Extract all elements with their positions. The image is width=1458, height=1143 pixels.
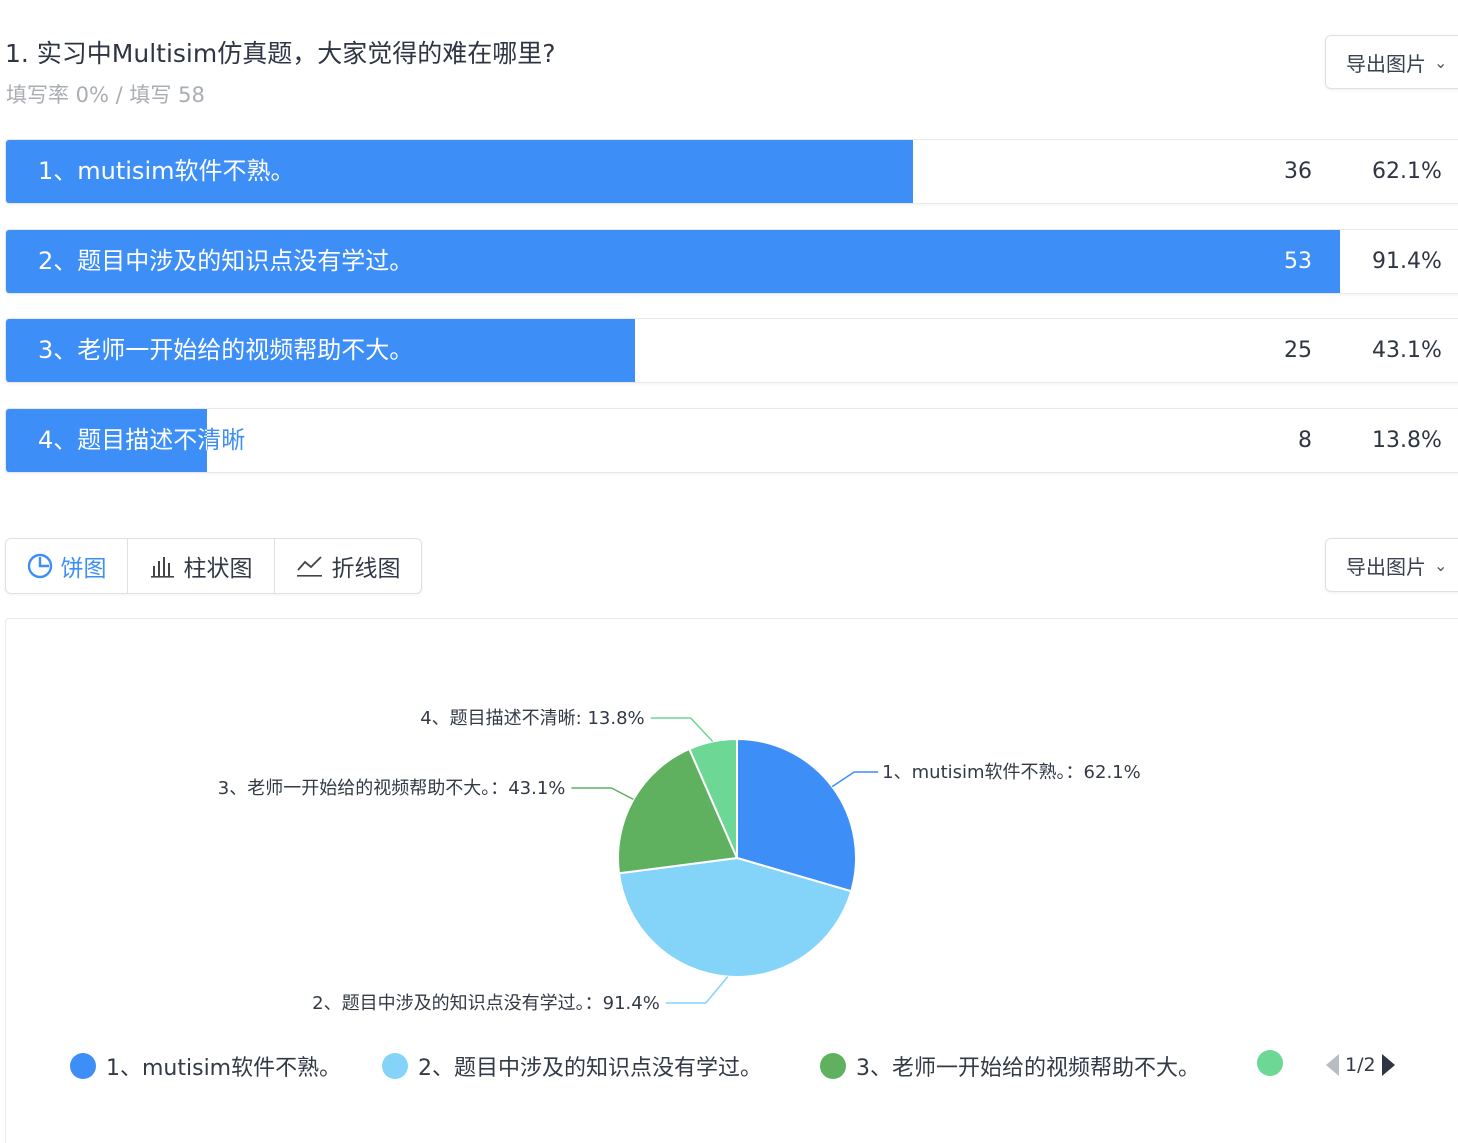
pie-label-line [571, 787, 634, 801]
legend-next-arrow-icon[interactable] [1381, 1054, 1395, 1076]
pie-slice-label: 1、mutisim软件不熟。：62.1% [882, 762, 1141, 783]
legend-swatch [382, 1053, 408, 1079]
legend-item[interactable]: 2、题目中涉及的知识点没有学过。 [382, 1050, 762, 1082]
legend-page-indicator: 1/2 [1345, 1054, 1376, 1076]
pie-label-line [665, 976, 729, 1004]
legend-item[interactable] [1257, 1050, 1290, 1076]
chart-legend: 1、mutisim软件不熟。 2、题目中涉及的知识点没有学过。 3、老师一开始给… [70, 1050, 1290, 1086]
pie-chart: 1、mutisim软件不熟。：62.1% 2、题目中涉及的知识点没有学过。：91.… [218, 708, 1141, 1014]
legend-swatch [820, 1053, 846, 1079]
pie-slice-label: 4、题目描述不清晰: 13.8% [420, 708, 644, 729]
legend-swatch [70, 1053, 96, 1079]
legend-pager: 1/2 [1326, 1054, 1395, 1076]
pie-slice-label: 2、题目中涉及的知识点没有学过。：91.4% [312, 993, 660, 1014]
legend-label: 2、题目中涉及的知识点没有学过。 [418, 1056, 762, 1081]
legend-prev-arrow-icon[interactable] [1326, 1054, 1339, 1076]
pie-slice-label: 3、老师一开始给的视频帮助不大。：43.1% [218, 778, 566, 799]
pie-label-line [831, 771, 879, 788]
pie-label-line [650, 717, 714, 743]
legend-label: 3、老师一开始给的视频帮助不大。 [856, 1056, 1200, 1081]
legend-item[interactable]: 1、mutisim软件不熟。 [70, 1050, 341, 1082]
legend-swatch [1257, 1050, 1283, 1076]
legend-label: 1、mutisim软件不熟。 [106, 1056, 342, 1081]
legend-item[interactable]: 3、老师一开始给的视频帮助不大。 [820, 1050, 1200, 1082]
